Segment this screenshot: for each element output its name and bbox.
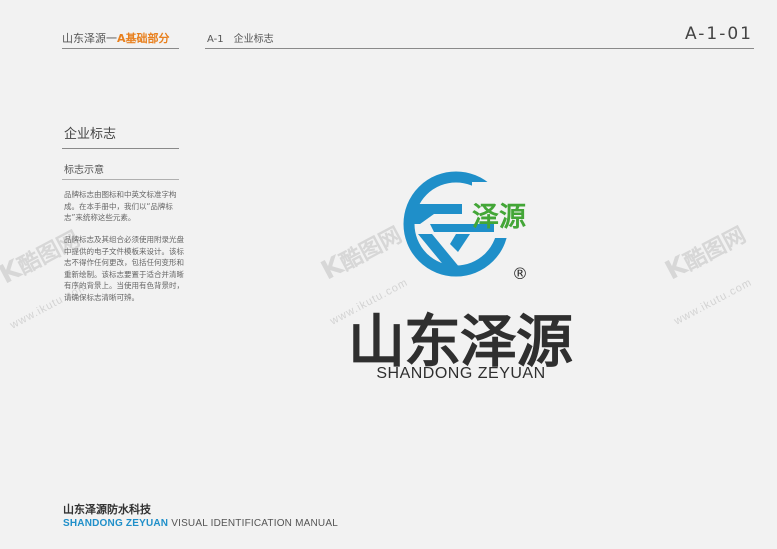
- header-series-prefix: 山东泽源一: [62, 32, 117, 45]
- header-series-label: 山东泽源一A基础部分: [62, 30, 170, 46]
- footer-manual-en: VISUAL IDENTIFICATION MANUAL: [171, 518, 338, 529]
- header-rule-left: [62, 48, 179, 49]
- logo-emblem: 泽源 ®: [403, 171, 528, 283]
- header-section-name: 企业标志: [233, 34, 274, 45]
- watermark-brand-right: 酷图网: [680, 222, 751, 277]
- footer-manual-title: SHANDONG ZEYUAN VISUAL IDENTIFICATION MA…: [63, 518, 338, 529]
- section-subtitle: 标志示意: [64, 165, 104, 176]
- description-paragraph-1: 品牌标志由图标和中英文标准字构成。在本手册中，我们以“品牌标志”来统称这些元素。: [64, 190, 177, 222]
- footer-company-name: 山东泽源防水科技: [63, 503, 151, 516]
- section-title-rule: [62, 148, 179, 149]
- watermark-center: K酷图网: [316, 218, 407, 286]
- section-subtitle-rule: [62, 179, 179, 180]
- wordmark-english: SHANDONG ZEYUAN: [376, 365, 546, 382]
- emblem-text: 泽源: [472, 202, 526, 233]
- watermark-url-left: www.ikutu.com: [8, 280, 91, 332]
- section-title: 企业标志: [64, 127, 117, 142]
- header-series-accent: A基础部分: [117, 32, 170, 45]
- watermark-brand-center: 酷图网: [336, 222, 407, 277]
- header-rule-main: [205, 48, 754, 49]
- footer-brand-en: SHANDONG ZEYUAN: [63, 518, 169, 529]
- header-section-code: A-1: [207, 34, 224, 45]
- watermark-url-right: www.ikutu.com: [672, 276, 755, 328]
- watermark-right: K酷图网: [660, 218, 751, 286]
- page-code: A-1-01: [685, 24, 753, 44]
- registered-mark: ®: [512, 264, 528, 283]
- header-section-label: A-1 企业标志: [207, 30, 274, 45]
